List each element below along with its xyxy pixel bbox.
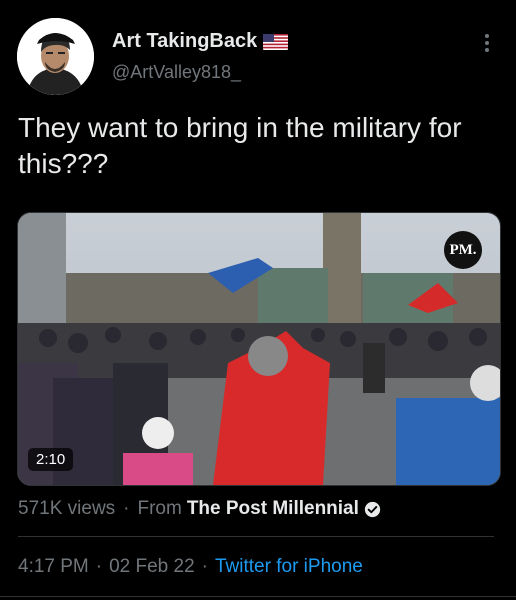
tweet-meta: 4:17 PM · 02 Feb 22 · Twitter for iPhone (18, 556, 363, 578)
author-handle[interactable]: @ArtValley818_ (112, 62, 241, 83)
tweet-date[interactable]: 02 Feb 22 (109, 556, 195, 578)
divider (18, 536, 494, 537)
avatar[interactable] (17, 18, 94, 95)
video-thumbnail (18, 213, 500, 485)
views-row: 571K views · From The Post Millennial (18, 498, 381, 520)
separator-dot: · (123, 498, 130, 519)
tweet-time[interactable]: 4:17 PM (18, 556, 89, 578)
separator-dot: · (201, 556, 208, 577)
avatar-image (17, 18, 94, 95)
author-display-name[interactable]: Art TakingBack (112, 30, 289, 53)
bottom-divider (0, 596, 516, 597)
us-flag-icon (263, 33, 289, 50)
display-name-text: Art TakingBack (112, 30, 258, 52)
more-options-icon[interactable] (480, 32, 494, 54)
video-duration: 2:10 (28, 448, 74, 471)
view-count: 571K views (18, 498, 116, 519)
source-link[interactable]: The Post Millennial (187, 498, 359, 520)
client-app-link[interactable]: Twitter for iPhone (215, 556, 363, 578)
source-watermark: PM. (444, 231, 482, 269)
separator-dot: · (95, 556, 103, 577)
tweet-text: They want to bring in the military for t… (18, 112, 462, 179)
from-label: From (137, 498, 182, 519)
verified-badge-icon (364, 501, 381, 517)
video-player[interactable]: PM. 2:10 (17, 212, 501, 486)
